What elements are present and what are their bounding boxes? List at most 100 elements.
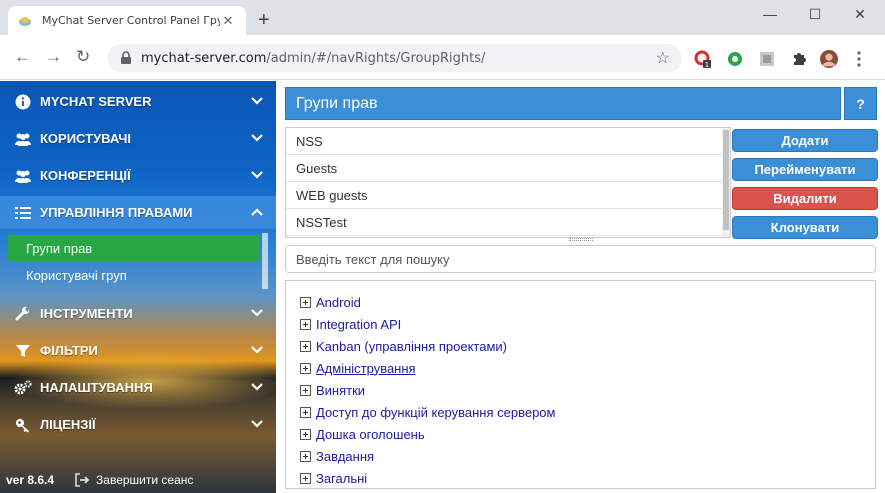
groups-list: NSS Guests WEB guests NSSTest xyxy=(285,127,731,238)
tree-node[interactable]: Kanban (управління проектами) xyxy=(286,335,875,357)
expand-plus-icon[interactable] xyxy=(300,340,311,352)
logout-link[interactable]: Завершити сеанс xyxy=(74,473,193,487)
list-icon xyxy=(14,204,32,222)
wrench-icon xyxy=(14,305,32,323)
list-item[interactable]: NSSTest xyxy=(286,209,730,236)
extension-badge-icon[interactable]: 1 xyxy=(694,50,712,68)
tree-node-label: Android xyxy=(316,294,361,310)
browser-menu-icon[interactable] xyxy=(850,50,868,68)
sidebar-item-label: ЛІЦЕНЗІЇ xyxy=(40,417,96,432)
sidebar-item-mychat-server[interactable]: MYCHAT SERVER xyxy=(0,85,276,118)
chevron-down-icon xyxy=(251,171,263,179)
version-label: ver 8.6.4 xyxy=(6,473,55,487)
reload-icon[interactable]: ↻ xyxy=(76,47,90,67)
expand-plus-icon[interactable] xyxy=(300,296,311,308)
tree-node[interactable]: Винятки xyxy=(286,379,875,401)
extension-image-icon[interactable] xyxy=(758,50,776,68)
sidebar-item-users[interactable]: КОРИСТУВАЧІ xyxy=(0,122,276,155)
delete-button[interactable]: Видалити xyxy=(732,187,878,210)
window-close-icon[interactable]: ✕ xyxy=(845,6,875,23)
back-icon[interactable]: ← xyxy=(14,47,31,67)
list-item[interactable]: Guests xyxy=(286,155,730,182)
sidebar-item-settings[interactable]: НАЛАШТУВАННЯ xyxy=(0,371,276,404)
expand-plus-icon[interactable] xyxy=(300,318,311,330)
tree-node-label: Kanban (управління проектами) xyxy=(316,338,507,354)
chevron-down-icon xyxy=(251,420,263,428)
chevron-down-icon xyxy=(251,97,263,105)
sidebar-item-label: УПРАВЛІННЯ ПРАВАМИ xyxy=(40,205,193,220)
tree-node-label: Доступ до функцій керування сервером xyxy=(316,404,556,420)
tree-node-label: Винятки xyxy=(316,382,366,398)
sidebar-item-licenses[interactable]: ЛІЦЕНЗІЇ xyxy=(0,408,276,441)
list-item[interactable]: NSS xyxy=(286,128,730,155)
tree-node[interactable]: Адміністрування xyxy=(286,357,875,379)
sidebar-item-label: ІНСТРУМЕНТИ xyxy=(40,306,133,321)
mychat-favicon-icon xyxy=(18,14,32,28)
sidebar-item-label: КОРИСТУВАЧІ xyxy=(40,131,132,146)
list-item[interactable]: WEB guests xyxy=(286,182,730,209)
tree-node-label: Адміністрування xyxy=(316,360,416,376)
main-panel: Групи прав ? NSS Guests WEB guests NSSTe… xyxy=(276,81,885,493)
extension-green-icon[interactable] xyxy=(726,50,744,68)
search-input[interactable] xyxy=(285,245,876,273)
tree-node[interactable]: Android xyxy=(286,291,875,313)
url-host: mychat-server.com xyxy=(141,50,267,66)
url-path: /admin/#/navRights/GroupRights/ xyxy=(266,50,486,66)
info-icon xyxy=(14,93,32,111)
sidebar-item-conferences[interactable]: КОНФЕРЕНЦІЇ xyxy=(0,159,276,192)
sidebar-item-filters[interactable]: ФІЛЬТРИ xyxy=(0,334,276,367)
address-bar[interactable]: mychat-server.com/admin/#/navRights/Grou… xyxy=(107,44,682,72)
profile-avatar[interactable] xyxy=(820,50,838,68)
minimize-icon[interactable]: — xyxy=(755,6,785,22)
sidebar-item-label: НАЛАШТУВАННЯ xyxy=(40,380,153,395)
sidebar-item-tools[interactable]: ІНСТРУМЕНТИ xyxy=(0,297,276,330)
filter-icon xyxy=(14,342,32,360)
rename-button[interactable]: Перейменувати xyxy=(732,158,878,181)
chevron-down-icon xyxy=(251,346,263,354)
chevron-down-icon xyxy=(251,383,263,391)
sidebar-footer: ver 8.6.4 Завершити сеанс xyxy=(0,467,276,493)
url-text: mychat-server.com/admin/#/navRights/Grou… xyxy=(141,51,485,66)
tree-node[interactable]: Загальні xyxy=(286,467,875,488)
submenu-item-group-rights[interactable]: Групи прав xyxy=(8,235,260,261)
users-icon xyxy=(14,130,32,148)
expand-plus-icon[interactable] xyxy=(300,384,311,396)
groups-list-scrollbar[interactable] xyxy=(722,128,730,237)
rights-submenu: Групи прав Користувачі груп xyxy=(8,233,268,289)
maximize-icon[interactable]: ☐ xyxy=(800,6,830,23)
extension-badge-count: 1 xyxy=(705,61,709,68)
new-tab-icon[interactable]: + xyxy=(258,10,270,30)
tree-node-label: Загальні xyxy=(316,470,368,486)
tree-node[interactable]: Дошка оголошень xyxy=(286,423,875,445)
forward-icon[interactable]: → xyxy=(45,47,62,67)
tree-node[interactable]: Доступ до функцій керування сервером xyxy=(286,401,875,423)
logout-label: Завершити сеанс xyxy=(96,473,194,487)
gears-icon xyxy=(14,379,32,397)
submenu-scrollbar[interactable] xyxy=(262,233,268,289)
sidebar: MYCHAT SERVER КОРИСТУВАЧІ КОНФЕРЕНЦІЇ УП… xyxy=(0,81,276,493)
expand-plus-icon[interactable] xyxy=(300,428,311,440)
tab-close-icon[interactable]: ✕ xyxy=(220,13,236,29)
help-button[interactable]: ? xyxy=(844,87,877,120)
tree-node[interactable]: Integration API xyxy=(286,313,875,335)
expand-plus-icon[interactable] xyxy=(300,450,311,462)
conference-icon xyxy=(14,167,32,185)
scrollbar-thumb[interactable] xyxy=(723,130,729,230)
tab-title: MyChat Server Control Panel Гру xyxy=(42,14,220,27)
submenu-item-group-users[interactable]: Користувачі груп xyxy=(8,262,260,288)
clone-button[interactable]: Клонувати xyxy=(732,216,878,239)
logout-icon xyxy=(74,473,90,487)
page-title: Групи прав xyxy=(285,87,841,120)
tree-node-label: Дошка оголошень xyxy=(316,426,425,442)
tree-node-label: Integration API xyxy=(316,316,402,332)
resize-grip[interactable] xyxy=(569,238,593,241)
browser-tab[interactable]: MyChat Server Control Panel Гру ✕ xyxy=(8,6,246,35)
expand-plus-icon[interactable] xyxy=(300,362,311,374)
sidebar-item-rights-management[interactable]: УПРАВЛІННЯ ПРАВАМИ xyxy=(0,196,276,229)
tree-node[interactable]: Завдання xyxy=(286,445,875,467)
expand-plus-icon[interactable] xyxy=(300,406,311,418)
add-button[interactable]: Додати xyxy=(732,129,878,152)
extensions-puzzle-icon[interactable] xyxy=(790,50,808,68)
expand-plus-icon[interactable] xyxy=(300,472,311,484)
bookmark-star-icon[interactable]: ☆ xyxy=(656,48,670,68)
